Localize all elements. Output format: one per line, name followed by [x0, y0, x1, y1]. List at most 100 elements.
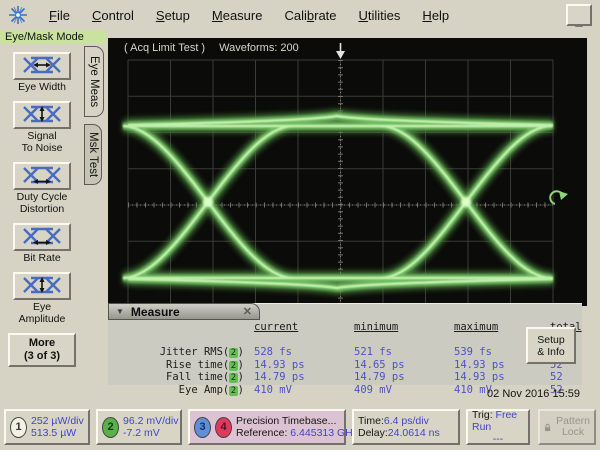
eye-width-icon: [20, 55, 64, 78]
duty-cycle-distortion-button[interactable]: [13, 162, 71, 190]
tab-eye-meas[interactable]: Eye Meas: [84, 46, 104, 117]
table-corner: [114, 321, 254, 346]
more-line1: More: [10, 337, 74, 350]
measurement-toolbar: Eye Width Signal To Noise Duty Cycle Disto…: [0, 46, 84, 450]
measure-maximum-value: 14.93 ps: [454, 371, 550, 384]
channel-2-badge: 2: [102, 417, 119, 438]
measure-minimum-value: 521 fs: [354, 346, 454, 359]
collapse-triangle-icon[interactable]: ▼: [116, 307, 124, 316]
tool-signal-to-noise: Signal To Noise: [13, 101, 71, 154]
tool-eye-width: Eye Width: [13, 52, 71, 93]
measure-title: Measure: [131, 305, 180, 319]
measure-current-value: 14.79 ps: [254, 371, 354, 384]
source-channel-badge: 2: [229, 373, 237, 383]
pattern-lock-line2: Lock: [556, 427, 590, 438]
menu-utilities[interactable]: Utilities: [348, 6, 412, 25]
channel-3-badge: 3: [194, 417, 211, 438]
source-channel-badge: 2: [229, 386, 237, 396]
precision-timebase-box[interactable]: 3 4 Precision Timebase... Reference: 6.4…: [188, 409, 346, 445]
column-header-minimum: minimum: [354, 321, 454, 346]
channel-4-badge: 4: [215, 417, 232, 438]
minimize-button[interactable]: _: [566, 4, 592, 26]
menu: FileControlSetupMeasureCalibrateUtilitie…: [38, 6, 460, 25]
measure-current-value: 14.93 ps: [254, 359, 354, 372]
padlock-icon: [544, 421, 551, 434]
channel-2-scale: 96.2 mV/div: [123, 415, 178, 427]
acquisition-status: ( Acq Limit Test ) Waveforms: 200: [124, 42, 299, 54]
menu-help[interactable]: Help: [411, 6, 460, 25]
eye-amplitude-label: Eye Amplitude: [19, 301, 66, 325]
measure-minimum-value: 409 mV: [354, 384, 454, 397]
oscilloscope-app: FileControlSetupMeasureCalibrateUtilitie…: [0, 0, 600, 450]
measure-tab[interactable]: ▼ Measure ✕: [108, 303, 260, 320]
acq-limit-test-label: ( Acq Limit Test ): [124, 42, 205, 54]
trigger-box[interactable]: Trig: Free Run ---: [466, 409, 530, 445]
bit-rate-label: Bit Rate: [23, 252, 60, 264]
more-button[interactable]: More(3 of 3): [8, 333, 76, 367]
delay-label: Delay:: [358, 427, 388, 439]
spark-logo-icon: [8, 5, 28, 25]
waveform-count: Waveforms: 200: [219, 42, 299, 54]
menu-file[interactable]: File: [38, 6, 81, 25]
pattern-lock-button[interactable]: Pattern Lock: [538, 409, 596, 445]
menu-control[interactable]: Control: [81, 6, 145, 25]
scope-display[interactable]: ( Acq Limit Test ) Waveforms: 200: [108, 38, 587, 306]
eye-diagram-waveform: [108, 38, 587, 306]
tab-msk-test[interactable]: Msk Test: [84, 124, 102, 185]
mode-tabs: Eye Meas Msk Test: [84, 46, 110, 192]
trig-sub-value: ---: [493, 433, 504, 445]
signal-to-noise-button[interactable]: [13, 101, 71, 129]
duty-cycle-distortion-icon: [20, 165, 64, 188]
duty-cycle-distortion-label: Duty Cycle Distortion: [17, 191, 68, 215]
reference-value: 6.445313 GHz: [290, 427, 358, 439]
setup-info-button[interactable]: Setup & Info: [526, 327, 576, 364]
menu-calibrate[interactable]: Calibrate: [273, 6, 347, 25]
eye-width-label: Eye Width: [18, 81, 66, 93]
measure-total_meas-value: 52: [550, 371, 600, 384]
setup-info-line1: Setup: [537, 334, 564, 346]
bit-rate-button[interactable]: [13, 223, 71, 251]
time-label: Time:: [358, 415, 384, 427]
measure-current-value: 528 fs: [254, 346, 354, 359]
time-value: 6.4 ps/div: [384, 415, 429, 427]
measure-panel: ▼ Measure ✕ currentminimummaximumtotal m…: [108, 303, 582, 385]
more-line2: (3 of 3): [10, 350, 74, 363]
channel-1-offset: 513.5 µW: [31, 427, 84, 439]
measure-minimum-value: 14.79 ps: [354, 371, 454, 384]
mode-label: Eye/Mask Mode: [0, 30, 106, 44]
channel-2-offset: -7.2 mV: [123, 427, 178, 439]
agilent-spark-logo: [8, 5, 28, 25]
datetime: 02 Nov 2016 15:59: [487, 388, 580, 400]
source-channel-badge: 2: [229, 361, 237, 371]
timebase-scale-box[interactable]: Time:6.4 ps/div Delay:24.0614 ns: [352, 409, 460, 445]
channel-2-box[interactable]: 2 96.2 mV/div -7.2 mV: [96, 409, 182, 445]
measure-row-label: Rise time(2): [114, 359, 254, 372]
delay-value: 24.0614 ns: [388, 427, 440, 439]
eye-width-button[interactable]: [13, 52, 71, 80]
channel-1-scale: 252 µW/div: [31, 415, 84, 427]
column-header-current: current: [254, 321, 354, 346]
menu-measure[interactable]: Measure: [201, 6, 274, 25]
reference-label: Reference:: [236, 427, 287, 439]
signal-to-noise-label: Signal To Noise: [22, 130, 63, 154]
bit-rate-icon: [20, 226, 64, 249]
measure-minimum-value: 14.65 ps: [354, 359, 454, 372]
source-channel-badge: 2: [229, 348, 237, 358]
tool-duty-cycle-distortion: Duty Cycle Distortion: [13, 162, 71, 215]
menu-bar: FileControlSetupMeasureCalibrateUtilitie…: [0, 0, 600, 30]
timebase-title: Precision Timebase...: [236, 415, 358, 427]
measure-row-label: Jitter RMS(2): [114, 346, 254, 359]
measure-row-label: Fall time(2): [114, 371, 254, 384]
signal-to-noise-icon: [20, 104, 64, 127]
tool-bit-rate: Bit Rate: [13, 223, 71, 264]
measure-current-value: 410 mV: [254, 384, 354, 397]
eye-amplitude-button[interactable]: [13, 272, 71, 300]
menu-setup[interactable]: Setup: [145, 6, 201, 25]
tool-eye-amplitude: Eye Amplitude: [13, 272, 71, 325]
close-icon[interactable]: ✕: [243, 305, 252, 318]
setup-info-line2: & Info: [537, 346, 564, 358]
channel-1-box[interactable]: 1 252 µW/div 513.5 µW: [4, 409, 90, 445]
channel-1-badge: 1: [10, 417, 27, 438]
measure-row-label: Eye Amp(2): [114, 384, 254, 397]
trig-label: Trig:: [472, 409, 493, 421]
